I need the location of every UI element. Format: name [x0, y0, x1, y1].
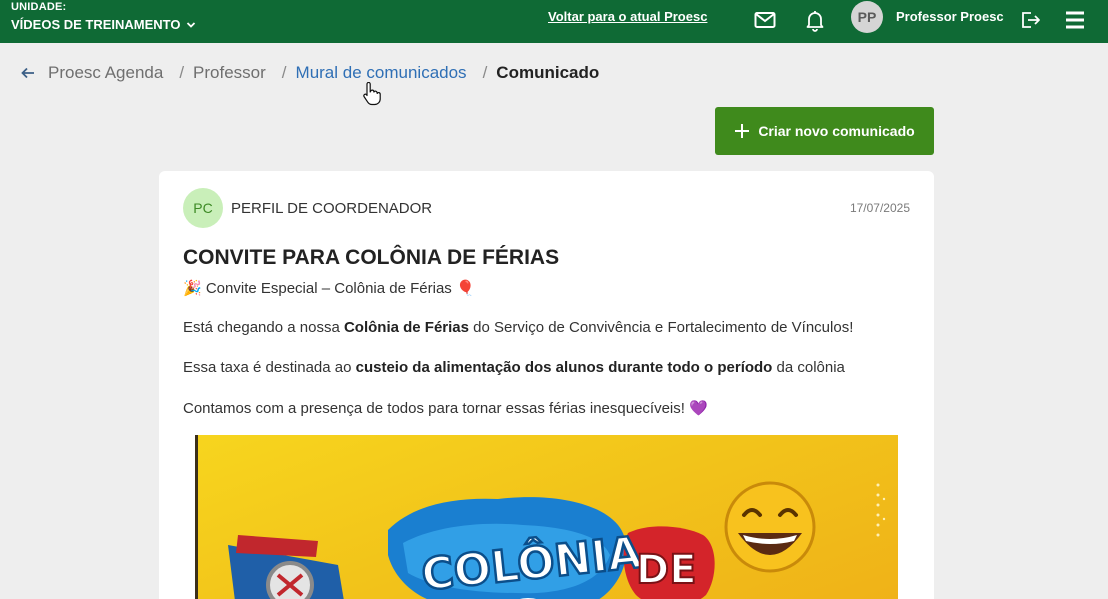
unit-label: UNIDADE:	[11, 1, 67, 13]
unit-value[interactable]: VÍDEOS DE TREINAMENTO	[11, 14, 196, 36]
author-avatar: PC	[183, 188, 223, 228]
post-date: 17/07/2025	[849, 201, 910, 215]
breadcrumb-separator: /	[482, 63, 488, 82]
mail-icon[interactable]	[751, 6, 779, 34]
breadcrumb-separator: /	[281, 63, 287, 82]
breadcrumb-item-agenda[interactable]: Proesc Agenda	[48, 63, 163, 83]
post-subtitle: 🎉 Convite Especial – Colônia de Férias 🎈	[183, 280, 475, 297]
user-avatar[interactable]: PP	[851, 1, 883, 33]
breadcrumb: Proesc Agenda / Professor / Mural de com…	[20, 62, 599, 84]
back-to-proesc-link[interactable]: Voltar para o atual Proesc	[548, 9, 707, 24]
unit-selector[interactable]: UNIDADE: VÍDEOS DE TREINAMENTO	[11, 0, 196, 36]
breadcrumb-item-professor[interactable]: Professor	[193, 63, 266, 83]
user-name[interactable]: Professor Proesc	[896, 9, 1004, 24]
create-announcement-button[interactable]: Criar novo comunicado	[715, 107, 934, 155]
post-title: CONVITE PARA COLÔNIA DE FÉRIAS	[183, 246, 560, 269]
menu-icon[interactable]	[1061, 6, 1089, 34]
post-paragraph-1: Está chegando a nossa Colônia de Férias …	[183, 319, 854, 336]
breadcrumb-item-mural[interactable]: Mural de comunicados	[296, 63, 467, 83]
bell-icon[interactable]	[801, 6, 829, 34]
breadcrumb-item-current: Comunicado	[496, 63, 600, 82]
author-name: PERFIL DE COORDENADOR	[231, 200, 433, 217]
announcement-card: PC PERFIL DE COORDENADOR 17/07/2025 CONV…	[159, 171, 934, 599]
colonia-banner-image[interactable]: COLÔNIA DE	[195, 435, 898, 599]
breadcrumb-separator: /	[179, 63, 185, 82]
hand-cursor-icon	[363, 82, 381, 106]
unit-name: VÍDEOS DE TREINAMENTO	[11, 17, 181, 32]
chevron-down-icon	[186, 22, 195, 28]
plus-icon	[735, 124, 750, 138]
back-arrow-icon[interactable]	[20, 65, 36, 81]
top-bar: UNIDADE: VÍDEOS DE TREINAMENTO Voltar pa…	[0, 0, 1108, 43]
post-paragraph-2: Essa taxa é destinada ao custeio da alim…	[183, 359, 845, 376]
logout-icon[interactable]	[1016, 6, 1044, 34]
post-paragraph-3: Contamos com a presença de todos para to…	[183, 400, 708, 417]
svg-text:DE: DE	[636, 547, 697, 593]
create-announcement-label: Criar novo comunicado	[758, 123, 915, 139]
